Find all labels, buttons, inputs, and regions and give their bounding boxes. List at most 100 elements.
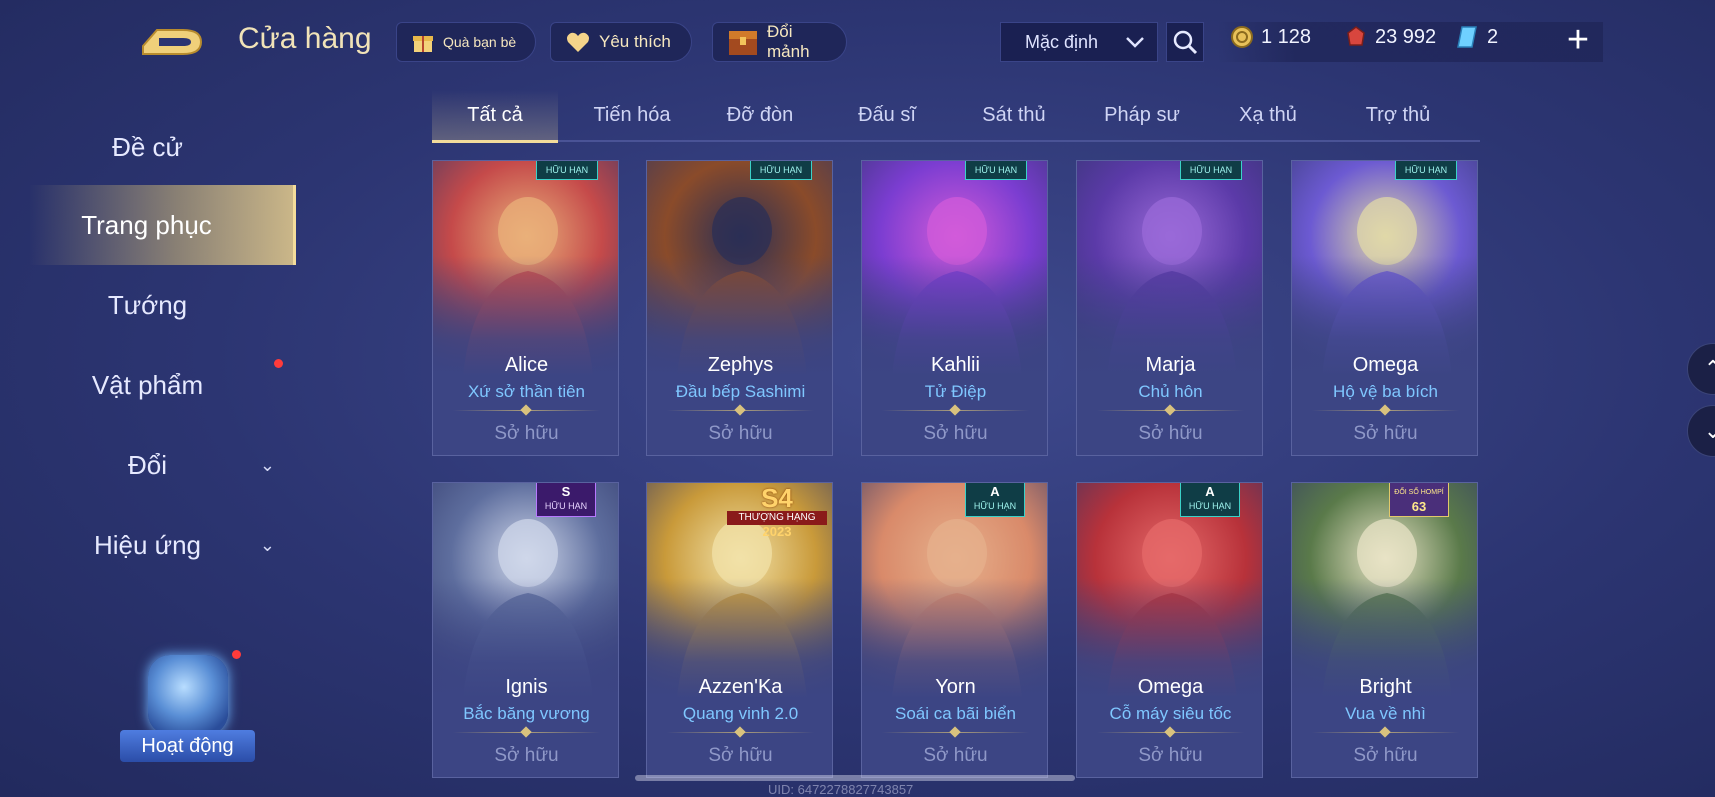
hero-head-shape: [1142, 519, 1202, 587]
skin-artwork: [647, 161, 832, 376]
heart-icon: [567, 32, 589, 52]
hero-name: Omega: [1352, 354, 1419, 376]
hero-silhouette: [1322, 519, 1452, 698]
skin-card[interactable]: HỮU HẠN Kahlii Tử Điệp Sở hữu: [861, 160, 1048, 456]
sidebar-item-effects[interactable]: Hiệu ứng ⌄: [0, 513, 295, 577]
hero-name: Zephys: [707, 354, 774, 376]
sidebar-item-items[interactable]: Vật phẩm: [0, 353, 295, 417]
divider: [1097, 410, 1244, 411]
hero-head-shape: [712, 197, 772, 265]
tier-badge: A HỮU HẠN: [965, 483, 1025, 517]
rank-number: 63: [1411, 499, 1427, 514]
gold-amount: 1 128: [1261, 25, 1312, 48]
tier-letter: S: [561, 484, 571, 499]
hero-silhouette: [892, 197, 1022, 376]
sidebar-item-heroes[interactable]: Tướng: [0, 273, 295, 337]
hero-head-shape: [1357, 197, 1417, 265]
scroll-down-button[interactable]: ⌄: [1687, 405, 1715, 457]
tab-all[interactable]: Tất cả: [432, 90, 558, 143]
search-icon: [1173, 30, 1198, 55]
skin-card[interactable]: HỮU HẠN Marja Chủ hôn Sở hữu: [1076, 160, 1263, 456]
skin-card[interactable]: A HỮU HẠN Yorn Soái ca bãi biển Sở hữu: [861, 482, 1048, 778]
divider: [1312, 410, 1459, 411]
skin-card[interactable]: S HỮU HẠN Ignis Bắc băng vương Sở hữu: [432, 482, 619, 778]
crystal-amount: 2: [1487, 25, 1499, 48]
exchange-shards-button[interactable]: Đổi mảnh: [712, 22, 847, 62]
page-title: Cửa hàng: [238, 22, 372, 55]
skin-name: Đầu bếp Sashimi: [675, 382, 806, 401]
user-id: UID: 6472278827743857: [768, 782, 914, 797]
back-button[interactable]: [135, 20, 207, 60]
favorites-label: Yêu thích: [599, 32, 671, 51]
owned-status: Sở hữu: [494, 745, 559, 766]
tab-evolution[interactable]: Tiến hóa: [572, 90, 692, 140]
tab-tank[interactable]: Đỡ đòn: [700, 90, 820, 140]
tier-letter: A: [990, 484, 1000, 499]
owned-status: Sở hữu: [1353, 423, 1418, 444]
divider: [882, 732, 1029, 733]
hero-name: Marja: [1145, 354, 1196, 376]
exchange-shards-label: Đổi mảnh: [767, 22, 810, 61]
category-tabs: Tất cả Tiến hóa Đỡ đòn Đấu sĩ Sát thủ Ph…: [432, 90, 1480, 143]
tab-mage[interactable]: Pháp sư: [1082, 90, 1202, 140]
sort-value: Mặc định: [1025, 31, 1099, 52]
divider: [667, 732, 814, 733]
owned-status: Sở hữu: [494, 423, 559, 444]
limited-label: HỮU HẠN: [544, 501, 588, 511]
tier-letter: A: [1205, 484, 1215, 499]
hero-head-shape: [498, 519, 558, 587]
skin-card[interactable]: S4 THƯỢNG HẠNG 2023 Azzen'Ka Quang vinh …: [646, 482, 833, 778]
skin-card[interactable]: ĐỔI SỔ HOMPÍ 63 Bright Vua về nhì Sở hữu: [1291, 482, 1478, 778]
sort-dropdown[interactable]: Mặc định: [1000, 22, 1158, 62]
skin-card[interactable]: HỮU HẠN Omega Hộ vệ ba bích Sở hữu: [1291, 160, 1478, 456]
sidebar-item-label: Vật phẩm: [91, 369, 204, 400]
event-button[interactable]: Hoạt động: [120, 650, 255, 770]
hero-head-shape: [1142, 197, 1202, 265]
tab-marksman[interactable]: Xạ thủ: [1208, 90, 1328, 140]
skin-name: Hộ vệ ba bích: [1333, 382, 1438, 401]
hero-name: Kahlii: [931, 354, 980, 376]
tier-badge: A HỮU HẠN: [1180, 483, 1240, 517]
sidebar-item-label: Trang phục: [81, 209, 212, 240]
hero-head-shape: [927, 519, 987, 587]
friends-gift-label: Quà bạn bè: [443, 34, 517, 50]
tab-fighter[interactable]: Đấu sĩ: [827, 90, 947, 140]
skin-artwork: [1077, 161, 1262, 376]
gift-icon: [413, 36, 433, 52]
tab-support[interactable]: Trợ thủ: [1338, 90, 1458, 140]
sidebar-item-exchange[interactable]: Đổi ⌄: [0, 433, 295, 497]
owned-status: Sở hữu: [708, 423, 773, 444]
hero-name: Yorn: [935, 676, 976, 698]
divider: [667, 410, 814, 411]
notification-dot: [232, 650, 241, 659]
home-indicator[interactable]: [635, 775, 1075, 781]
limited-badge: HỮU HẠN: [1180, 161, 1242, 180]
crystal-icon: [1457, 26, 1477, 48]
top-bar: Cửa hàng Quà bạn bè Yêu thích Đổi mảnh M…: [0, 0, 1715, 80]
chevron-down-icon: ⌄: [1703, 418, 1715, 443]
skin-card[interactable]: A HỮU HẠN Omega Cỗ máy siêu tốc Sở hữu: [1076, 482, 1263, 778]
sidebar-item-costumes[interactable]: Trang phục: [0, 185, 296, 265]
add-currency-button[interactable]: +: [1558, 18, 1598, 62]
hero-silhouette: [463, 197, 593, 376]
tab-assassin[interactable]: Sát thủ: [954, 90, 1074, 140]
limited-label: HỮU HẠN: [973, 501, 1017, 511]
ruby-icon: [1347, 26, 1365, 46]
favorites-button[interactable]: Yêu thích: [550, 22, 692, 62]
search-button[interactable]: [1166, 22, 1204, 62]
skin-card[interactable]: HỮU HẠN Alice Xứ sở thần tiên Sở hữu: [432, 160, 619, 456]
skin-card[interactable]: HỮU HẠN Zephys Đầu bếp Sashimi Sở hữu: [646, 160, 833, 456]
chevron-down-icon: [1126, 37, 1144, 48]
sidebar-item-recommended[interactable]: Đề cử: [0, 115, 295, 179]
skin-artwork: [1292, 161, 1477, 376]
owned-status: Sở hữu: [1138, 423, 1203, 444]
chevron-down-icon: ⌄: [259, 454, 275, 475]
limited-badge: HỮU HẠN: [536, 161, 598, 180]
notification-dot: [274, 359, 283, 368]
scroll-up-button[interactable]: ⌃: [1687, 343, 1715, 395]
friends-gift-button[interactable]: Quà bạn bè: [396, 22, 536, 62]
owned-status: Sở hữu: [923, 423, 988, 444]
hero-silhouette: [1107, 197, 1237, 376]
skin-name: Quang vinh 2.0: [682, 704, 799, 723]
owned-status: Sở hữu: [923, 745, 988, 766]
